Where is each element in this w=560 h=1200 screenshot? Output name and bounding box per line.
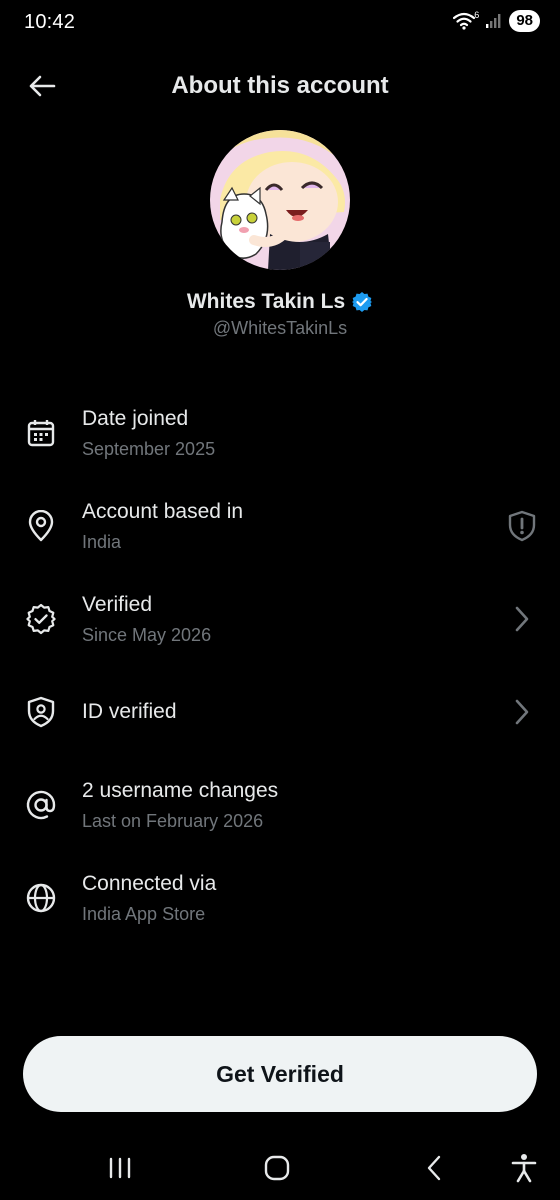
shield-alert-icon[interactable] <box>504 508 540 544</box>
info-subtitle: India App Store <box>82 903 206 924</box>
avatar[interactable] <box>210 130 350 270</box>
recent-apps-icon[interactable] <box>100 1148 140 1188</box>
page-title: About this account <box>171 72 389 99</box>
wifi-icon: 6 <box>453 10 480 30</box>
top-app-bar: About this account <box>0 60 560 112</box>
info-row-date-joined: Date joined September 2025 <box>0 386 560 479</box>
calendar-icon <box>24 416 58 450</box>
system-navigation-bar <box>0 1136 560 1200</box>
back-icon[interactable] <box>414 1148 454 1188</box>
info-title: Connected via <box>82 871 217 895</box>
info-row-username-changes: 2 username changes Last on February 2026 <box>0 758 560 851</box>
profile-handle: @WhitesTakinLs <box>212 318 348 338</box>
chevron-right-icon <box>504 694 540 730</box>
battery-icon: 98 <box>509 10 540 32</box>
info-subtitle: India <box>82 531 122 552</box>
status-time: 10:42 <box>24 11 76 33</box>
info-title: Account based in <box>82 499 244 523</box>
verified-badge-icon <box>352 292 373 312</box>
info-subtitle: Last on February 2026 <box>82 810 264 831</box>
network-type: 6 <box>474 10 480 20</box>
info-subtitle: September 2025 <box>82 438 216 459</box>
info-row-id-verified[interactable]: ID verified <box>0 665 560 758</box>
signal-icon <box>485 13 503 29</box>
info-title: Verified <box>82 592 153 616</box>
verified-badge-icon <box>24 602 58 636</box>
info-row-connected-via: Connected via India App Store <box>0 851 560 944</box>
at-sign-icon <box>24 788 58 822</box>
accessibility-icon[interactable] <box>504 1148 544 1188</box>
info-subtitle: Since May 2026 <box>82 624 212 645</box>
get-verified-button[interactable]: Get Verified <box>23 1036 537 1112</box>
profile-name-row: Whites Takin Ls <box>0 290 560 314</box>
status-bar: 10:42 6 98 <box>0 0 560 48</box>
account-info-list: Date joined September 2025 Account based… <box>0 386 560 944</box>
info-title: Date joined <box>82 406 189 430</box>
globe-icon <box>24 881 58 915</box>
status-icons: 6 98 <box>453 10 540 32</box>
chevron-right-icon <box>504 601 540 637</box>
info-row-verified[interactable]: Verified Since May 2026 <box>0 572 560 665</box>
info-title: ID verified <box>82 699 177 723</box>
home-icon[interactable] <box>257 1148 297 1188</box>
info-row-account-based-in: Account based in India <box>0 479 560 572</box>
info-title: 2 username changes <box>82 778 279 802</box>
location-pin-icon <box>24 509 58 543</box>
avatar-image <box>210 130 350 270</box>
profile-name: Whites Takin Ls <box>186 290 346 313</box>
id-shield-icon <box>24 695 58 729</box>
